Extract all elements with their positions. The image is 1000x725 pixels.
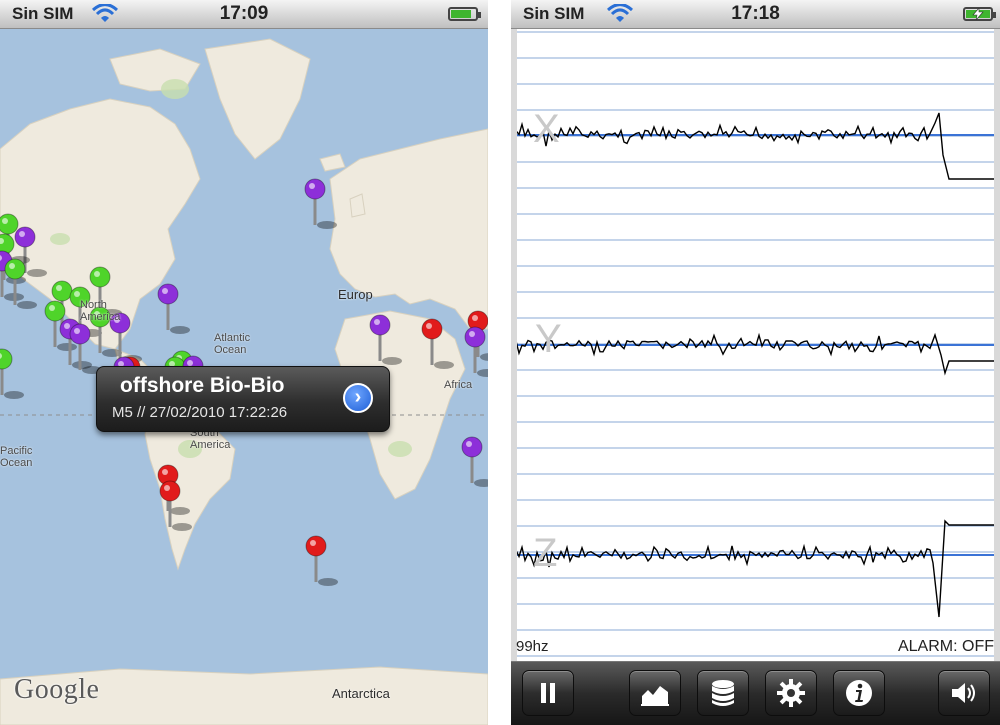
axis-trace-y [511,332,1000,376]
earthquake-pin[interactable] [0,348,24,399]
earthquake-pin[interactable] [305,535,338,586]
earthquake-pin[interactable] [464,326,488,377]
alarm-status: ALARM: OFF [897,638,994,655]
database-icon [712,680,734,706]
volume-button[interactable] [938,670,990,716]
world-map[interactable]: Europ Africa North America Atlantic Ocea… [0,29,488,725]
label-atlantic: Atlantic Ocean [214,332,251,356]
label-pacific: Pacific Ocean [0,445,33,469]
bottom-toolbar [511,661,1000,725]
pause-button[interactable] [522,670,574,716]
label-antarctica: Antarctica [332,686,390,701]
graph-button[interactable] [629,670,681,716]
axis-x-label: X [533,107,560,151]
axis-trace-x [511,112,1000,180]
chevron-right-icon[interactable]: › [343,383,373,413]
seismograph-canvas [511,29,1000,661]
sample-rate-label: 99hz [516,638,549,655]
status-bar: Sin SIM 17:09 [0,0,488,29]
callout-title: offshore Bio-Bio [120,374,285,397]
seismograph-plot: X Y Z 99hz ALARM: OFF [511,29,1000,661]
axis-traces [511,112,1000,618]
google-logo: Google [14,674,100,705]
speaker-icon [952,683,975,703]
earthquake-pin[interactable] [157,283,190,334]
battery-charging-icon [963,7,996,21]
settings-button[interactable] [765,670,817,716]
label-north-america: North America [80,299,121,323]
callout-subtitle: M5 // 27/02/2010 17:22:26 [112,404,288,421]
gear-icon [777,679,805,707]
seismograph-screen: Sin SIM 17:18 X Y Z 99hz ALARM: OFF [511,0,1000,725]
axis-trace-z [511,519,1000,618]
axis-y-label: Y [535,317,562,361]
info-button[interactable] [833,670,885,716]
axis-z-label: Z [533,531,558,575]
battery-icon [448,7,481,21]
separator [488,0,511,725]
pin-callout[interactable]: offshore Bio-Bio M5 // 27/02/2010 17:22:… [96,366,390,432]
database-button[interactable] [697,670,749,716]
status-time: 17:09 [219,3,269,24]
info-icon [846,680,872,706]
status-time: 17:18 [731,3,780,24]
pause-icon [541,683,555,703]
label-africa: Africa [444,379,473,391]
map-screen: Sin SIM 17:09 Europ Africa North America… [0,0,488,725]
earthquake-pin[interactable] [461,436,488,487]
area-chart-icon [641,686,669,706]
status-bar: Sin SIM 17:18 [511,0,1000,29]
label-europe: Europ [338,287,373,302]
